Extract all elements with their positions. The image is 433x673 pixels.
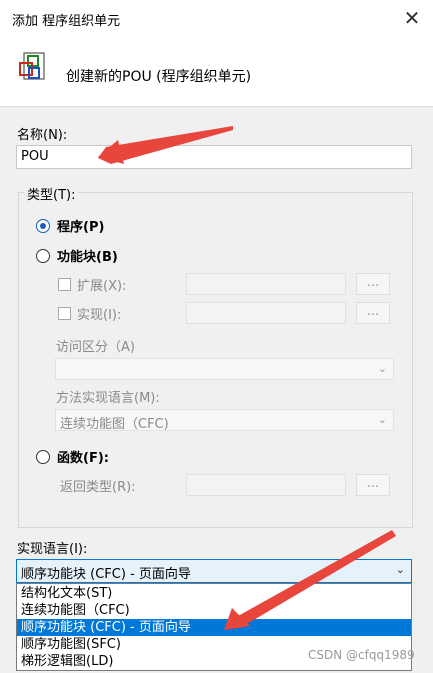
impl-lang-option-highlighted[interactable]: 顺序功能块 (CFC) - 页面向导 (17, 619, 411, 636)
chevron-down-icon: ⌄ (377, 362, 387, 375)
return-type-browse-button[interactable]: ... (356, 474, 390, 496)
impl-lang-option[interactable]: 连续功能图（CFC) (17, 602, 411, 619)
function-radio[interactable] (36, 450, 50, 464)
return-type-input[interactable] (186, 474, 346, 496)
window-title: 添加 程序组织单元 (12, 14, 121, 29)
name-input[interactable]: POU (16, 145, 412, 169)
close-icon[interactable]: ✕ (400, 6, 424, 30)
pou-document-icon (19, 52, 45, 80)
watermark: CSDN @cfqq1989 (308, 648, 415, 662)
implements-input[interactable] (186, 302, 346, 324)
impl-lang-option[interactable]: 结构化文本(ST) (17, 585, 411, 602)
chevron-down-icon: ⌄ (395, 563, 405, 576)
access-specifier-combo[interactable]: ⌄ (55, 358, 394, 380)
program-radio[interactable] (36, 219, 50, 233)
function-radio-label: 函数(F): (57, 451, 109, 466)
implements-browse-button[interactable]: ... (356, 302, 390, 324)
program-radio-label: 程序(P) (57, 220, 105, 235)
chevron-down-icon: ⌄ (377, 413, 387, 426)
implements-label: 实现(I): (77, 308, 122, 323)
extends-label: 扩展(X): (77, 279, 127, 294)
name-label: 名称(N): (17, 128, 68, 143)
type-group-legend: 类型(T): (24, 184, 79, 203)
dialog-description: 创建新的POU (程序组织单元) (66, 69, 252, 85)
extends-input[interactable] (186, 273, 346, 295)
implements-checkbox[interactable] (58, 307, 71, 320)
method-lang-combo[interactable]: 连续功能图（CFC) ⌄ (55, 409, 394, 432)
function-block-radio-label: 功能块(B) (57, 250, 118, 265)
method-lang-label: 方法实现语言(M): (56, 391, 160, 406)
impl-lang-select[interactable]: 顺序功能块 (CFC) - 页面向导 ⌄ (16, 559, 412, 583)
extends-checkbox[interactable] (58, 278, 71, 291)
return-type-label: 返回类型(R): (60, 480, 136, 495)
extends-browse-button[interactable]: ... (356, 273, 390, 295)
impl-lang-selected-value: 顺序功能块 (CFC) - 页面向导 (21, 567, 191, 582)
access-specifier-label: 访问区分（A) (56, 340, 135, 355)
impl-lang-label: 实现语言(I): (17, 542, 88, 557)
function-block-radio[interactable] (36, 249, 50, 263)
method-lang-value: 连续功能图（CFC) (60, 417, 169, 432)
